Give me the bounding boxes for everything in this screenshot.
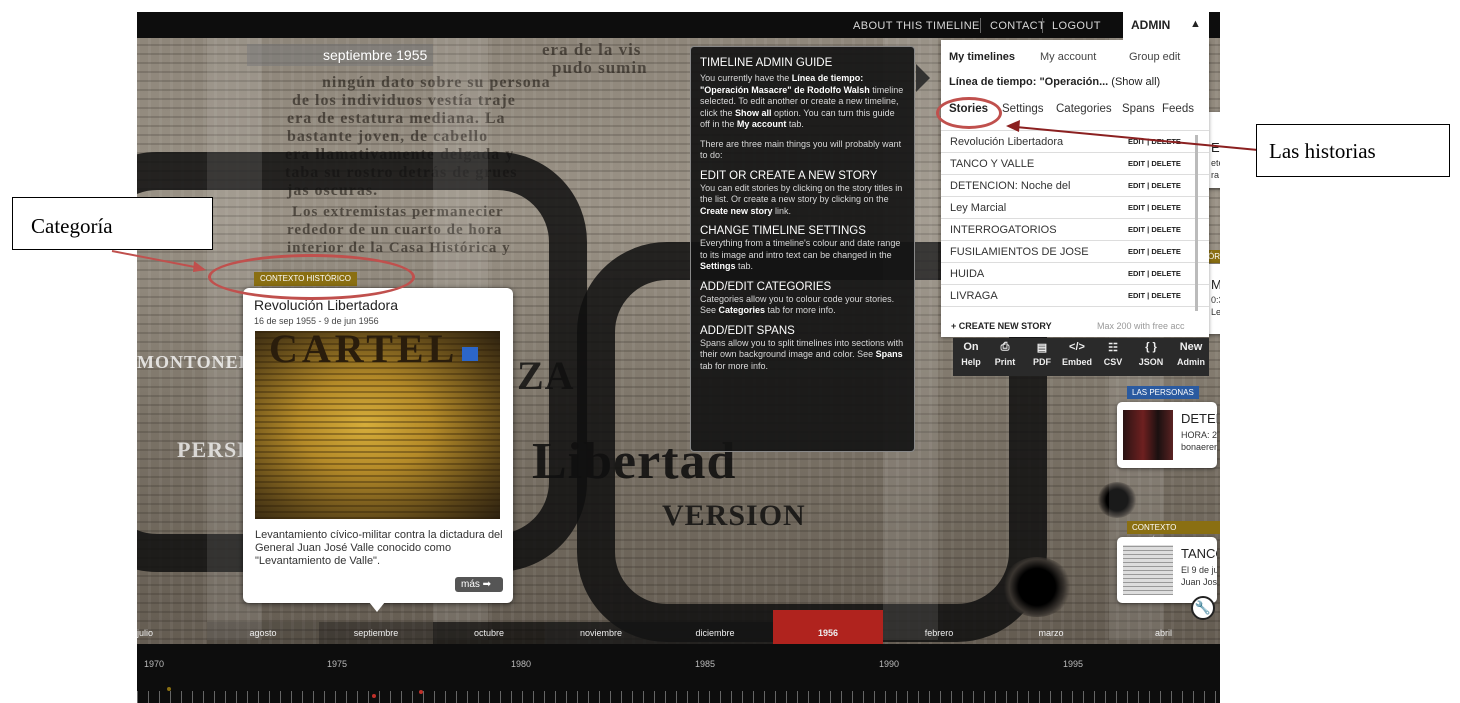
screenshot: era de la vis pudo sumin ningún dato sob… bbox=[0, 0, 1460, 703]
annotation-arrows bbox=[111, 120, 1259, 272]
annotation-arrowhead bbox=[1006, 120, 1020, 132]
annotation-categoria: Categoría bbox=[12, 197, 213, 250]
annotation-arrow-line bbox=[111, 250, 201, 269]
annotation-arrowhead bbox=[193, 261, 206, 272]
annotation-historias: Las historias bbox=[1256, 124, 1450, 177]
annotation-arrow-line bbox=[1015, 126, 1259, 151]
